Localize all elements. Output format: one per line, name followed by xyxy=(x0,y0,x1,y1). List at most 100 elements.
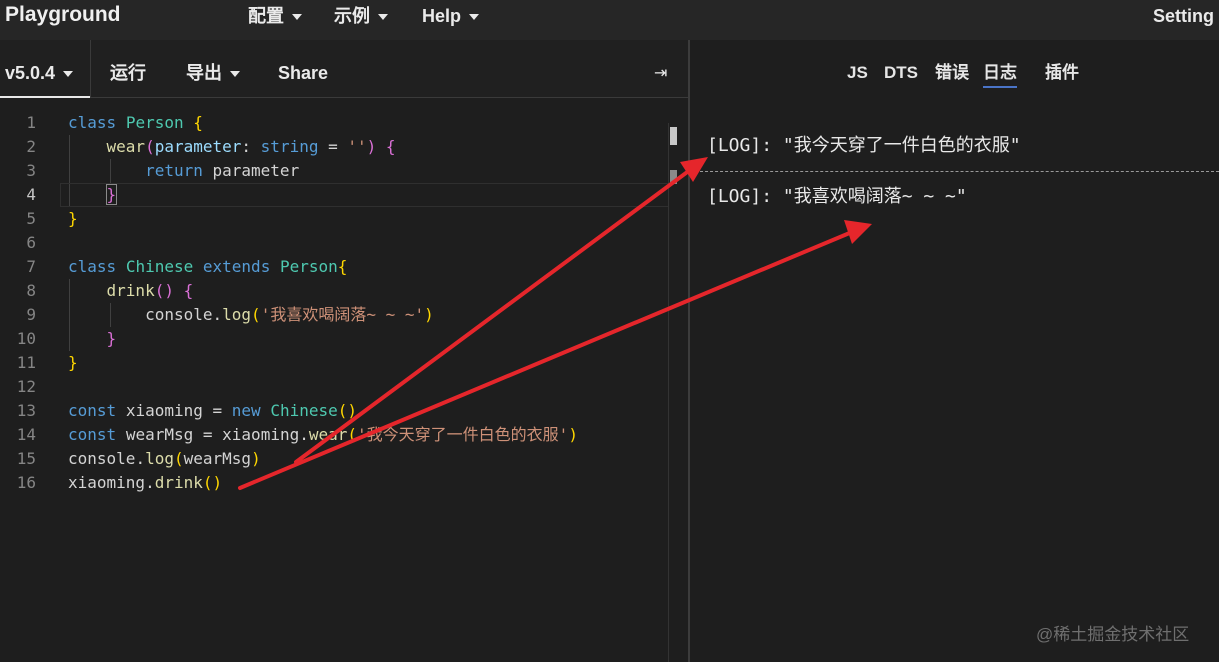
log-tag: [LOG] xyxy=(707,135,762,156)
code-line: 12 xyxy=(0,375,668,399)
toolbar-divider xyxy=(90,40,91,97)
editor-scrollbar[interactable] xyxy=(668,123,689,662)
code-token: console xyxy=(145,305,213,324)
line-number: 9 xyxy=(26,305,36,324)
code-line: 15 console.log(wearMsg) xyxy=(0,447,668,471)
code-token: ) xyxy=(251,449,261,468)
line-number: 15 xyxy=(16,449,36,468)
code-token: . xyxy=(145,473,155,492)
code-editor[interactable]: 1 class Person { 2 wear(parameter: string… xyxy=(0,111,689,662)
code-token: : xyxy=(241,137,261,156)
code-token: return xyxy=(145,161,203,180)
settings-link[interactable]: Setting xyxy=(1153,4,1214,28)
line-number: 3 xyxy=(26,161,36,180)
code-token: Person xyxy=(125,113,184,132)
code-token: extends xyxy=(202,257,271,276)
line-number: 10 xyxy=(16,329,36,348)
code-token: . xyxy=(212,305,223,324)
line-number: 2 xyxy=(26,137,36,156)
share-button[interactable]: Share xyxy=(278,61,328,85)
collapse-right-icon[interactable]: ⇥ xyxy=(654,63,667,82)
code-token: ) xyxy=(568,425,578,444)
code-token: . xyxy=(299,425,309,444)
code-token: () xyxy=(154,281,174,300)
scrollbar-thumb[interactable] xyxy=(670,127,677,145)
menu-config-label: 配置 xyxy=(248,6,284,26)
line-number: 6 xyxy=(26,233,36,252)
export-label: 导出 xyxy=(186,63,222,83)
code-line: 5} xyxy=(0,207,668,231)
code-token: log xyxy=(145,449,174,468)
watermark: @稀土掘金技术社区 xyxy=(1036,625,1190,644)
code-token: Person xyxy=(279,257,338,276)
menu-config[interactable]: 配置 xyxy=(248,4,302,28)
code-token: = xyxy=(318,137,348,156)
code-line: 2 wear(parameter: string = '') { xyxy=(0,135,668,159)
code-token: { xyxy=(183,281,194,300)
code-line: 8 drink() { xyxy=(0,279,668,303)
code-token: wear xyxy=(106,137,146,156)
log-separator: : xyxy=(761,135,783,156)
log-separator: : xyxy=(761,186,783,207)
tab-js[interactable]: JS xyxy=(847,60,868,86)
line-number: 16 xyxy=(16,473,36,492)
code-line: 10 } xyxy=(0,327,668,351)
tab-dts[interactable]: DTS xyxy=(884,60,918,86)
code-token: drink xyxy=(154,473,203,492)
log-text: "我今天穿了一件白色的衣服" xyxy=(782,135,1021,156)
scrollbar-marker xyxy=(670,170,677,184)
code-token: log xyxy=(222,305,252,324)
code-token: console xyxy=(68,449,136,468)
code-line: 7 class Chinese extends Person{ xyxy=(0,255,668,279)
chevron-down-icon xyxy=(469,14,480,21)
log-entry: [LOG]: "我喜欢喝阔落~ ~ ~" xyxy=(707,185,967,209)
code-token: class xyxy=(68,113,117,132)
log-divider xyxy=(690,171,1219,172)
code-token: ( xyxy=(347,425,358,444)
code-token: const xyxy=(68,425,117,444)
log-tag: [LOG] xyxy=(707,186,762,207)
code-token: ( xyxy=(145,137,155,156)
code-line: 1 class Person { xyxy=(0,111,668,135)
code-token: } xyxy=(106,329,117,348)
code-token: new xyxy=(231,401,261,420)
line-number: 4 xyxy=(26,185,36,204)
code-token: = xyxy=(202,401,232,420)
code-token: } xyxy=(68,353,78,372)
version-underline xyxy=(0,96,90,98)
code-line: 13 const xiaoming = new Chinese() xyxy=(0,399,668,423)
code-token: wearMsg xyxy=(183,449,252,468)
line-number: 14 xyxy=(16,425,36,444)
code-token: '' xyxy=(347,137,367,156)
line-number: 7 xyxy=(26,257,36,276)
tab-logs[interactable]: 日志 xyxy=(983,60,1017,88)
code-token: xiaoming xyxy=(68,473,146,492)
code-line: 14 const wearMsg = xiaoming.wear('我今天穿了一件… xyxy=(0,423,668,447)
version-select[interactable]: v5.0.4 xyxy=(5,61,74,85)
brand-title[interactable]: Playground xyxy=(5,0,121,30)
menu-examples[interactable]: 示例 xyxy=(334,4,388,28)
line-number: 13 xyxy=(16,401,36,420)
code-token: { xyxy=(337,257,348,276)
code-token: const xyxy=(68,401,117,420)
code-token: parameter xyxy=(154,137,242,156)
export-button[interactable]: 导出 xyxy=(186,61,240,85)
code-token: Chinese xyxy=(270,401,338,420)
code-token: '我今天穿了一件白色的衣服' xyxy=(357,425,569,444)
tab-errors[interactable]: 错误 xyxy=(935,60,969,86)
run-button[interactable]: 运行 xyxy=(110,61,146,85)
editor-panel: v5.0.4 运行 导出 Share ⇥ 1 class Person { 2 w… xyxy=(0,40,689,662)
code-token: ( xyxy=(251,305,261,324)
tab-plugins[interactable]: 插件 xyxy=(1045,60,1079,86)
code-token: string xyxy=(260,137,319,156)
chevron-down-icon xyxy=(230,71,240,78)
line-number: 8 xyxy=(26,281,36,300)
log-entry: [LOG]: "我今天穿了一件白色的衣服" xyxy=(707,134,1021,158)
chevron-down-icon xyxy=(63,71,74,78)
line-number: 5 xyxy=(26,209,36,228)
menu-help[interactable]: Help xyxy=(422,4,480,28)
menu-help-label: Help xyxy=(422,6,462,26)
code-token: parameter xyxy=(212,161,300,180)
code-line: 6 xyxy=(0,231,668,255)
line-number: 12 xyxy=(16,377,36,396)
